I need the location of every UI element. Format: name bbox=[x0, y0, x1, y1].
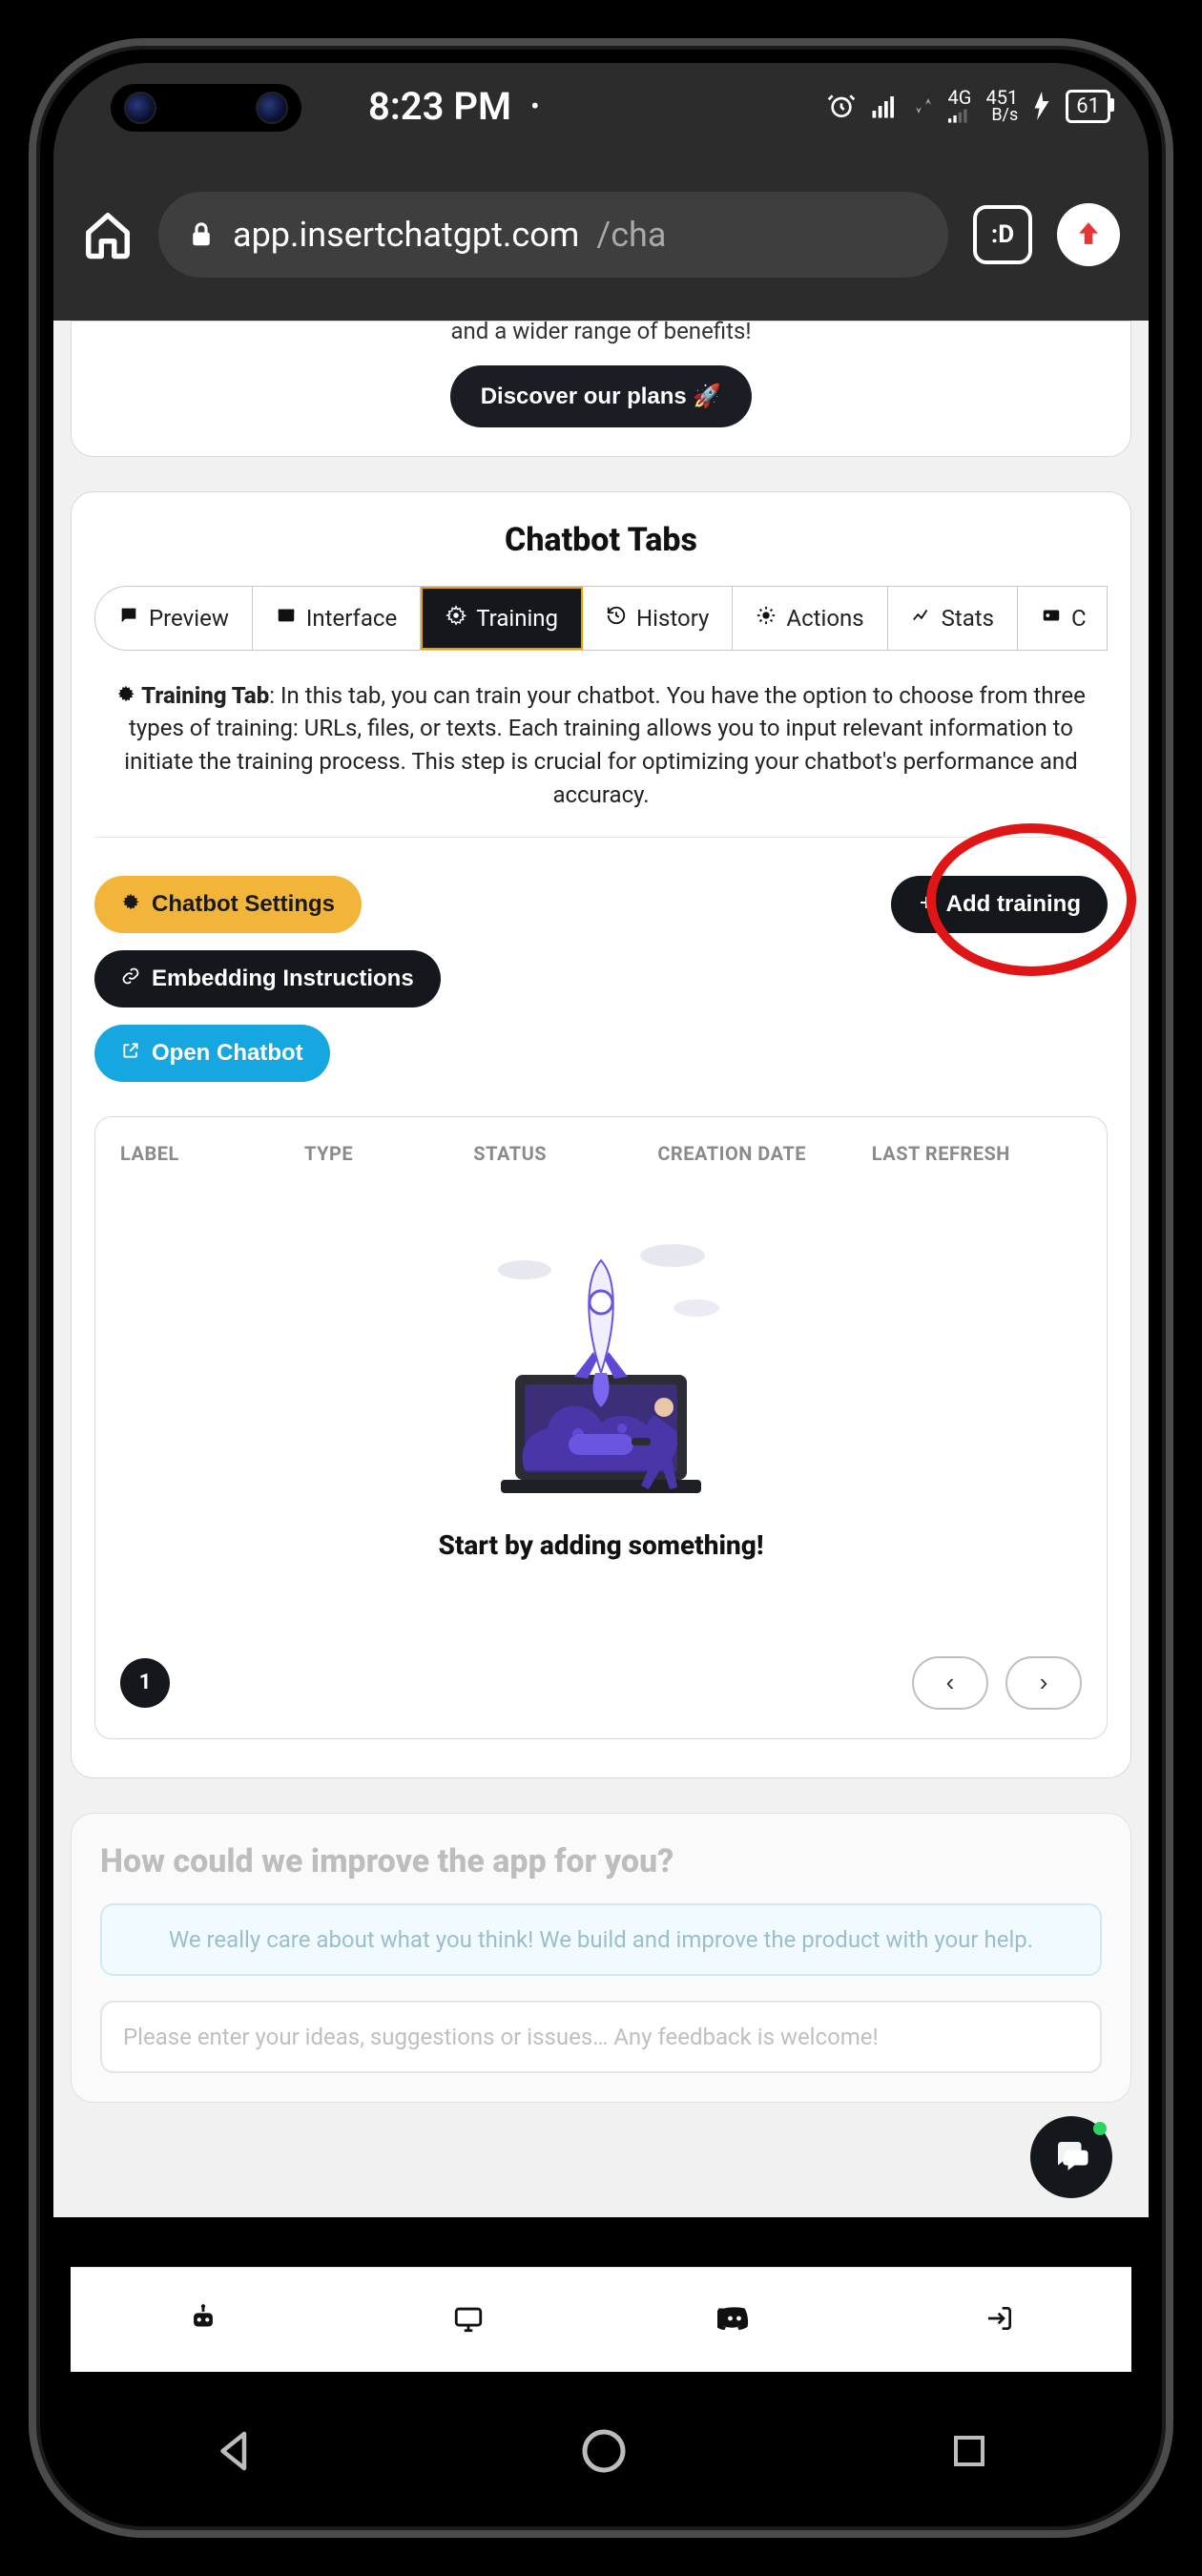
chatbot-settings-button[interactable]: Chatbot Settings bbox=[94, 876, 362, 933]
page-number[interactable]: 1 bbox=[120, 1658, 170, 1708]
button-label: Open Chatbot bbox=[152, 1040, 303, 1067]
data-rate-value: 451 bbox=[986, 88, 1019, 107]
page-content: and a wider range of benefits! Discover … bbox=[53, 321, 1149, 2217]
separator-dot: • bbox=[530, 91, 539, 122]
bot-icon[interactable] bbox=[187, 2302, 219, 2338]
button-label: Add training bbox=[946, 891, 1081, 918]
col-type: TYPE bbox=[304, 1142, 454, 1165]
monitor-icon[interactable] bbox=[452, 2302, 485, 2338]
charging-icon bbox=[1031, 92, 1052, 120]
home-icon[interactable] bbox=[82, 209, 134, 260]
gear-icon bbox=[116, 682, 135, 709]
upgrade-text: and a wider range of benefits! bbox=[100, 321, 1102, 348]
tab-label: Training bbox=[476, 605, 558, 632]
tab-history[interactable]: History bbox=[583, 587, 733, 650]
history-icon bbox=[606, 605, 627, 632]
chat-fab[interactable] bbox=[1030, 2116, 1112, 2198]
button-label: Embedding Instructions bbox=[152, 966, 414, 992]
empty-state-text: Start by adding something! bbox=[439, 1529, 764, 1561]
data-rate-unit: B/s bbox=[991, 107, 1018, 124]
feedback-title: How could we improve the app for you? bbox=[100, 1842, 1102, 1880]
tab-label: Preview bbox=[149, 605, 229, 632]
tab-actions[interactable]: Actions bbox=[733, 587, 887, 650]
gear-icon bbox=[446, 605, 466, 632]
col-status: STATUS bbox=[473, 1142, 638, 1165]
training-table-panel: LABEL TYPE STATUS CREATION DATE LAST REF… bbox=[94, 1116, 1108, 1739]
statusbar: 8:23 PM • 4G 451 bbox=[53, 63, 1149, 149]
lock-icon bbox=[187, 220, 216, 249]
discord-icon[interactable] bbox=[717, 2301, 752, 2339]
help-title: Training Tab bbox=[141, 682, 269, 709]
app-bottom-nav bbox=[71, 2267, 1131, 2372]
battery-indicator: 61 bbox=[1066, 90, 1110, 123]
table-header: LABEL TYPE STATUS CREATION DATE LAST REF… bbox=[120, 1142, 1082, 1165]
window-icon bbox=[276, 605, 297, 632]
browser-toolbar: app.insertchatgpt.com/cha :D bbox=[53, 149, 1149, 321]
chat-bubbles-icon bbox=[1051, 2135, 1091, 2179]
recents-button[interactable] bbox=[946, 2428, 992, 2474]
help-text: Training Tab: In this tab, you can train… bbox=[94, 679, 1108, 838]
tab-interface[interactable]: Interface bbox=[253, 587, 421, 650]
alarm-icon bbox=[826, 91, 857, 121]
help-body: : In this tab, you can train your chatbo… bbox=[124, 682, 1086, 808]
feedback-banner: We really care about what you think! We … bbox=[100, 1903, 1102, 1976]
tab-preview[interactable]: Preview bbox=[95, 587, 253, 650]
clock: 8:23 PM bbox=[368, 84, 511, 129]
prev-page-button[interactable]: ‹ bbox=[912, 1656, 988, 1710]
signal-icon bbox=[870, 92, 899, 120]
front-camera-left bbox=[124, 92, 156, 124]
logout-icon[interactable] bbox=[984, 2303, 1015, 2337]
col-last-refresh: LAST REFRESH bbox=[872, 1142, 1082, 1165]
chat-icon bbox=[118, 605, 139, 632]
col-creation-date: CREATION DATE bbox=[657, 1142, 852, 1165]
actions-icon bbox=[756, 605, 777, 632]
tab-more[interactable]: C bbox=[1018, 587, 1108, 650]
tab-label: Stats bbox=[942, 605, 994, 632]
tab-label: Actions bbox=[786, 605, 863, 632]
tab-label: History bbox=[636, 605, 709, 632]
link-icon bbox=[121, 966, 140, 992]
external-link-icon bbox=[121, 1040, 140, 1067]
url-path: /cha bbox=[596, 215, 666, 255]
update-button[interactable] bbox=[1057, 203, 1120, 266]
button-label: Chatbot Settings bbox=[152, 891, 335, 918]
plus-icon bbox=[918, 891, 935, 918]
address-bar[interactable]: app.insertchatgpt.com/cha bbox=[158, 192, 948, 278]
card-icon bbox=[1041, 605, 1062, 632]
data-arrows-icon bbox=[912, 92, 935, 120]
signal2-icon bbox=[948, 107, 973, 124]
tabs-button[interactable]: :D bbox=[973, 205, 1032, 264]
next-page-button[interactable]: › bbox=[1005, 1656, 1082, 1710]
chatbot-tabs-card: Chatbot Tabs Preview Interface Training bbox=[71, 491, 1131, 1778]
feedback-card: How could we improve the app for you? We… bbox=[71, 1813, 1131, 2103]
tab-training[interactable]: Training bbox=[421, 587, 583, 650]
tabs-row: Preview Interface Training History bbox=[94, 586, 1108, 651]
feedback-input[interactable]: Please enter your ideas, suggestions or … bbox=[100, 2001, 1102, 2073]
tab-stats[interactable]: Stats bbox=[888, 587, 1018, 650]
chevron-left-icon: ‹ bbox=[946, 1668, 955, 1697]
chevron-right-icon: › bbox=[1040, 1668, 1048, 1697]
back-button[interactable] bbox=[210, 2425, 261, 2477]
url-host: app.insertchatgpt.com bbox=[233, 215, 579, 255]
rocket-laptop-illustration bbox=[458, 1222, 744, 1508]
discover-plans-button[interactable]: Discover our plans 🚀 bbox=[450, 365, 753, 427]
open-chatbot-button[interactable]: Open Chatbot bbox=[94, 1025, 330, 1082]
card-title: Chatbot Tabs bbox=[94, 521, 1108, 559]
col-label: LABEL bbox=[120, 1142, 285, 1165]
stats-icon bbox=[911, 605, 932, 632]
android-nav-bar bbox=[53, 2389, 1149, 2513]
tab-label: C bbox=[1071, 605, 1087, 632]
tab-label: Interface bbox=[306, 605, 397, 632]
upgrade-card: and a wider range of benefits! Discover … bbox=[71, 321, 1131, 457]
gear-icon bbox=[121, 891, 140, 918]
camera-cutout bbox=[111, 84, 301, 132]
network-type: 4G bbox=[948, 88, 972, 107]
front-camera-right bbox=[256, 92, 288, 124]
embedding-instructions-button[interactable]: Embedding Instructions bbox=[94, 950, 441, 1008]
home-button[interactable] bbox=[575, 2422, 632, 2480]
add-training-button[interactable]: Add training bbox=[891, 876, 1108, 933]
